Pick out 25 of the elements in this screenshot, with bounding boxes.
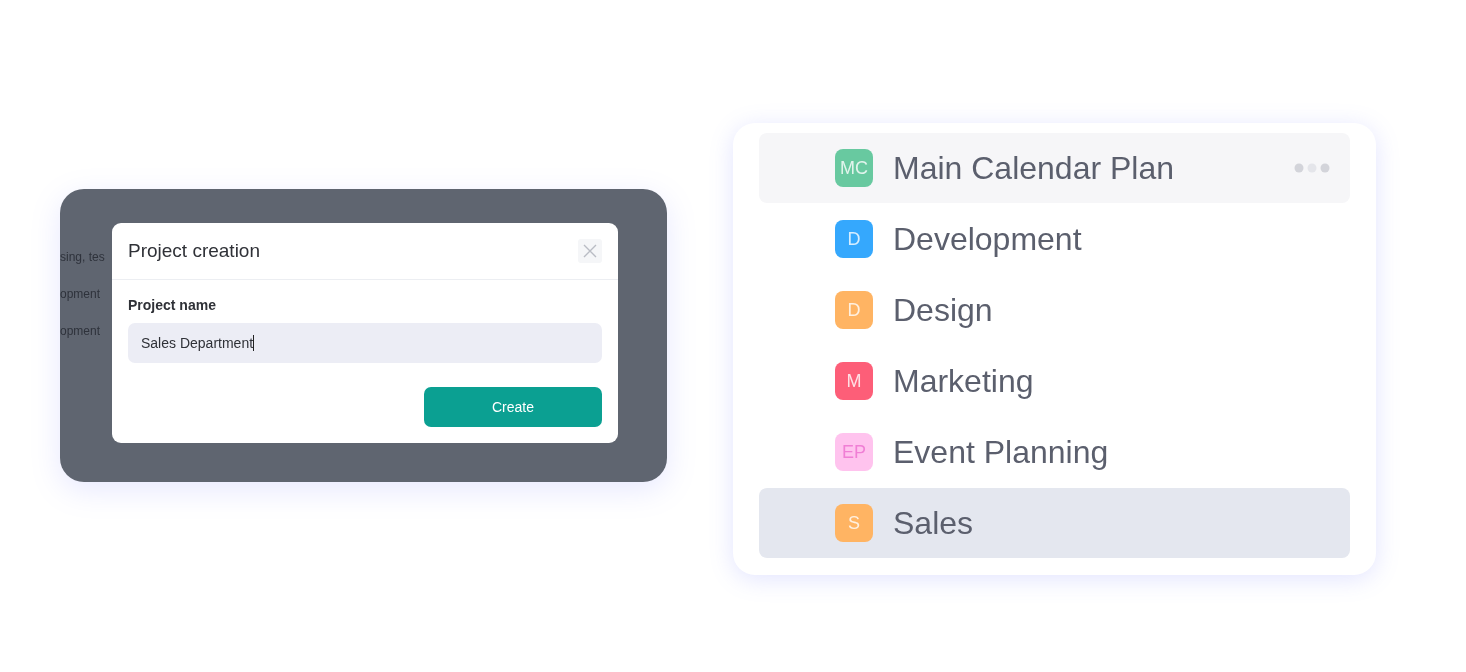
project-avatar: D <box>835 220 873 258</box>
project-name: Design <box>893 291 994 329</box>
project-item[interactable]: D Development <box>759 204 1350 274</box>
close-button[interactable] <box>578 239 602 263</box>
project-avatar: S <box>835 504 873 542</box>
project-name: Event Planning <box>893 433 1110 471</box>
project-item[interactable]: MC Main Calendar Plan <box>759 133 1350 203</box>
project-item[interactable]: EP Event Planning <box>759 417 1350 487</box>
project-name: Marketing <box>893 362 1035 400</box>
project-item[interactable]: S Sales <box>759 488 1350 558</box>
project-avatar: M <box>835 362 873 400</box>
project-avatar: EP <box>835 433 873 471</box>
project-item[interactable]: M Marketing <box>759 346 1350 416</box>
more-icon[interactable] <box>1294 163 1330 173</box>
dialog-title: Project creation <box>128 240 260 262</box>
input-field[interactable]: Sales Department <box>128 323 602 363</box>
field-label: Project name <box>128 297 217 313</box>
project-name: Development <box>893 220 1083 258</box>
project-avatar: D <box>835 291 873 329</box>
project-name: Main Calendar Plan <box>893 149 1176 187</box>
close-icon <box>583 244 597 258</box>
project-name: Sales <box>893 504 975 542</box>
project-item[interactable]: D Design <box>759 275 1350 345</box>
project-avatar: MC <box>835 149 873 187</box>
create-button[interactable]: Create <box>424 387 602 427</box>
